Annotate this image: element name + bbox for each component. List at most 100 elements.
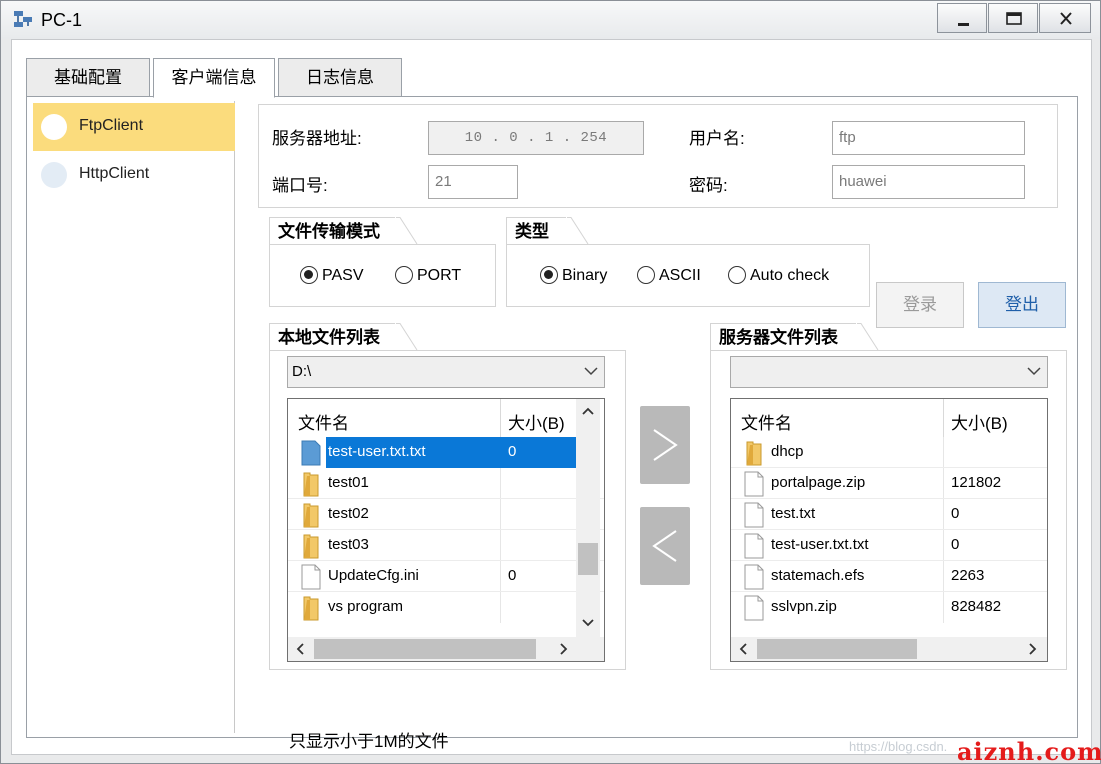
radio-pasv-label: PASV [322, 267, 364, 284]
port-input[interactable]: 21 [428, 165, 518, 199]
server-file-list[interactable]: 文件名 大小(B) dhcp portalpage.zip 121802 tes… [730, 398, 1048, 662]
file-name: test-user.txt.txt [771, 536, 869, 553]
column-header-name[interactable]: 文件名 [298, 409, 349, 434]
download-button[interactable] [640, 507, 690, 585]
login-button[interactable]: 登录 [876, 282, 964, 328]
server-files-title-text: 服务器文件列表 [719, 328, 838, 347]
maximize-button[interactable] [988, 3, 1038, 33]
column-divider [943, 399, 944, 437]
ftp-indicator-icon [41, 114, 67, 140]
radio-unchecked-icon [728, 266, 746, 284]
file-size: 0 [508, 443, 517, 460]
app-icon [14, 11, 32, 27]
list-item[interactable]: test03 [288, 530, 604, 561]
file-name: dhcp [771, 443, 804, 460]
sidebar-item-httpclient[interactable]: HttpClient [33, 151, 235, 199]
chevron-right-icon [560, 643, 568, 655]
server-address-input[interactable]: 10 . 0 . 1 . 254 [428, 121, 644, 155]
list-item[interactable]: statemach.efs 2263 [731, 561, 1047, 592]
list-item[interactable]: test-user.txt.txt 0 [288, 437, 604, 468]
radio-checked-icon [540, 266, 558, 284]
local-path-select[interactable]: D:\ [287, 356, 605, 388]
sidebar-item-label: FtpClient [79, 117, 144, 134]
port-label: 端口号: [272, 176, 328, 195]
column-header-size[interactable]: 大小(B) [951, 409, 1008, 434]
server-files-title: 服务器文件列表 [710, 323, 879, 351]
username-input[interactable]: ftp [832, 121, 1025, 155]
tab-basic-config[interactable]: 基础配置 [26, 58, 150, 98]
folder-icon [303, 503, 319, 528]
tab-log-info[interactable]: 日志信息 [278, 58, 402, 98]
local-files-title-text: 本地文件列表 [278, 328, 380, 347]
file-icon [301, 564, 321, 590]
sidebar-item-ftpclient[interactable]: FtpClient [33, 103, 235, 151]
local-file-list[interactable]: 文件名 大小(B) test-user.txt.txt 0 test01 tes… [287, 398, 605, 662]
radio-checked-icon [300, 266, 318, 284]
cell-divider [943, 530, 944, 561]
list-item[interactable]: test02 [288, 499, 604, 530]
list-item[interactable]: sslvpn.zip 828482 [731, 592, 1047, 623]
transfer-mode-group: PASV PORT [269, 244, 496, 307]
file-icon [301, 440, 321, 466]
radio-unchecked-icon [637, 266, 655, 284]
cell-divider [500, 592, 501, 623]
cell-divider [500, 561, 501, 592]
local-hscroll-thumb[interactable] [314, 639, 536, 659]
file-name: test.txt [771, 505, 816, 522]
list-item[interactable]: portalpage.zip 121802 [731, 468, 1047, 499]
server-list-header: 文件名 大小(B) [731, 399, 1047, 437]
column-divider [500, 399, 501, 437]
cell-divider [943, 468, 944, 499]
local-path-value: D:\ [292, 363, 312, 380]
tab-slant [396, 323, 418, 351]
server-path-select[interactable] [730, 356, 1048, 388]
transfer-mode-title-text: 文件传输模式 [278, 222, 380, 241]
list-item[interactable]: vs program [288, 592, 604, 623]
close-icon [1060, 12, 1072, 25]
password-input[interactable]: huawei [832, 165, 1025, 199]
tab-slant [567, 217, 589, 245]
radio-ascii-label: ASCII [659, 267, 701, 284]
chevron-up-icon [582, 407, 594, 415]
tab-content: FtpClient HttpClient 服务器地址: 10 . 0 . 1 .… [26, 96, 1078, 751]
client-sidebar: FtpClient HttpClient [31, 101, 235, 733]
logout-button[interactable]: 登出 [978, 282, 1066, 328]
column-header-size[interactable]: 大小(B) [508, 409, 565, 434]
list-item[interactable]: test.txt 0 [731, 499, 1047, 530]
local-list-header: 文件名 大小(B) [288, 399, 604, 437]
arrow-right-icon [653, 429, 678, 461]
file-name: test01 [328, 474, 369, 491]
type-title: 类型 [506, 217, 589, 245]
cell-divider [500, 530, 501, 561]
file-size: 0 [951, 505, 960, 522]
folder-icon [303, 534, 319, 559]
tab-client-info[interactable]: 客户端信息 [153, 58, 275, 98]
local-vscroll-thumb[interactable] [578, 543, 598, 575]
close-button[interactable] [1039, 3, 1091, 33]
server-hscroll-thumb[interactable] [757, 639, 917, 659]
list-item[interactable]: test-user.txt.txt 0 [731, 530, 1047, 561]
window-body: 基础配置 客户端信息 日志信息 FtpClient HttpClient 服务器… [11, 39, 1092, 755]
window-title: PC-1 [41, 10, 83, 30]
server-horizontal-scrollbar[interactable] [731, 637, 1047, 661]
transfer-mode-title: 文件传输模式 [269, 217, 418, 245]
list-item[interactable]: test01 [288, 468, 604, 499]
title-bar[interactable]: PC-1 [1, 1, 1100, 39]
file-name: vs program [328, 598, 404, 615]
list-item[interactable]: UpdateCfg.ini 0 [288, 561, 604, 592]
local-vertical-scrollbar[interactable] [576, 399, 600, 637]
type-title-text: 类型 [515, 222, 549, 241]
local-files-group: D:\ 文件名 大小(B) test-user.txt.txt 0 test01… [269, 350, 626, 670]
file-icon [744, 595, 764, 621]
local-horizontal-scrollbar[interactable] [288, 637, 604, 661]
chevron-left-icon [296, 643, 304, 655]
minimize-icon [958, 23, 969, 26]
column-header-name[interactable]: 文件名 [741, 409, 792, 434]
minimize-button[interactable] [937, 3, 987, 33]
file-name: test-user.txt.txt [328, 443, 426, 460]
upload-button[interactable] [640, 406, 690, 484]
watermark-brand: aiznh.com [957, 737, 1101, 764]
radio-unchecked-icon [395, 266, 413, 284]
folder-icon [303, 472, 319, 497]
list-item[interactable]: dhcp [731, 437, 1047, 468]
